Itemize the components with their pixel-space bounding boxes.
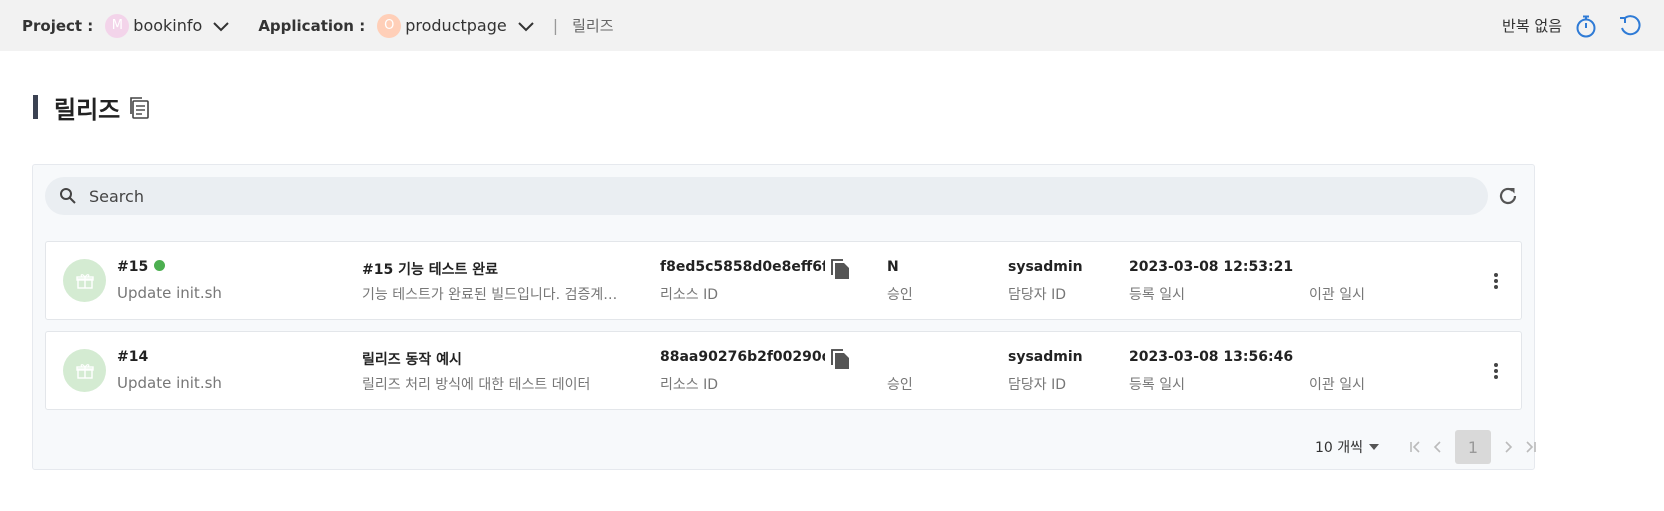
owner-id-label: 담당자 ID [1008, 287, 1066, 303]
release-subtitle: Update init.sh [117, 374, 222, 392]
chevron-down-icon [212, 17, 230, 35]
registered-at: 2023-03-08 12:53:21 [1129, 259, 1294, 275]
resource-id: f8ed5c5858d0e8eff6f… [660, 259, 825, 275]
release-id: #14 [117, 349, 149, 365]
prev-page-button[interactable] [1427, 430, 1449, 464]
owner-id-label: 담당자 ID [1008, 377, 1066, 393]
more-options-icon[interactable] [1486, 269, 1506, 293]
refresh-icon[interactable] [1495, 183, 1521, 209]
caret-down-icon [1369, 444, 1380, 450]
project-label: Project : [22, 16, 94, 35]
more-options-icon[interactable] [1486, 359, 1506, 383]
application-badge: O [377, 13, 402, 38]
search-icon [59, 187, 77, 205]
page-title: 릴리즈 [54, 95, 121, 124]
approval-value: N [887, 259, 899, 275]
search-input[interactable] [89, 186, 1389, 206]
registered-at-label: 등록 일시 [1129, 287, 1185, 303]
migrated-at-label: 이관 일시 [1309, 377, 1365, 393]
table-row[interactable]: #15 Update init.sh #15 기능 테스트 완료 기능 테스트가… [45, 241, 1522, 320]
clipboard-icon[interactable] [128, 95, 150, 119]
repeat-setting[interactable]: 반복 없음 [1502, 15, 1562, 36]
release-description: 릴리즈 처리 방식에 대한 테스트 데이터 [362, 377, 591, 393]
title-accent-bar [33, 95, 38, 119]
page-size-value: 10 개씩 [1315, 440, 1364, 456]
copy-icon[interactable] [829, 348, 851, 370]
table-row[interactable]: #14 Update init.sh 릴리즈 동작 예시 릴리즈 처리 방식에 … [45, 331, 1522, 410]
registered-at-label: 등록 일시 [1129, 377, 1185, 393]
application-value: productpage [405, 16, 507, 35]
search-bar [45, 177, 1488, 215]
approval-label: 승인 [887, 377, 913, 393]
chevron-down-icon [517, 17, 535, 35]
release-icon [63, 349, 106, 392]
top-bar-right: 반복 없음 [1502, 0, 1664, 51]
resource-id-label: 리소스 ID [660, 377, 718, 393]
stopwatch-icon[interactable] [1574, 14, 1598, 38]
status-dot [154, 260, 166, 271]
next-page-button[interactable] [1497, 430, 1519, 464]
current-page[interactable]: 1 [1455, 430, 1491, 464]
top-bar: Project : M bookinfo Application : O pro… [0, 0, 1664, 51]
resource-id-label: 리소스 ID [660, 287, 718, 303]
pager: 1 [1405, 430, 1541, 464]
release-name: #15 기능 테스트 완료 [362, 262, 498, 278]
project-value: bookinfo [133, 16, 203, 35]
application-selector[interactable]: O productpage [377, 13, 535, 38]
release-name: 릴리즈 동작 예시 [362, 352, 462, 368]
breadcrumb-separator: | [552, 16, 559, 35]
undo-icon[interactable] [1618, 14, 1642, 38]
project-badge: M [105, 13, 130, 38]
last-page-button[interactable] [1519, 430, 1541, 464]
project-selector[interactable]: M bookinfo [105, 13, 230, 38]
page-size-select[interactable]: 10 개씩 [1315, 437, 1380, 457]
copy-icon[interactable] [829, 258, 851, 280]
migrated-at-label: 이관 일시 [1309, 287, 1365, 303]
application-label: Application : [258, 16, 366, 35]
release-id: #15 [117, 259, 166, 275]
resource-id: 88aa90276b2f00290d… [660, 349, 825, 365]
release-description: 기능 테스트가 완료된 빌드입니다. 검증계… [362, 287, 618, 303]
page-header: 릴리즈 [33, 92, 150, 124]
approval-label: 승인 [887, 287, 913, 303]
release-icon [63, 259, 106, 302]
release-subtitle: Update init.sh [117, 284, 222, 302]
owner-id: sysadmin [1008, 259, 1083, 275]
release-list-panel: #15 Update init.sh #15 기능 테스트 완료 기능 테스트가… [32, 164, 1536, 470]
breadcrumb: 릴리즈 [572, 17, 614, 35]
owner-id: sysadmin [1008, 349, 1083, 365]
pagination-footer: 10 개씩 1 [33, 423, 1536, 470]
first-page-button[interactable] [1405, 430, 1427, 464]
registered-at: 2023-03-08 13:56:46 [1129, 349, 1294, 365]
